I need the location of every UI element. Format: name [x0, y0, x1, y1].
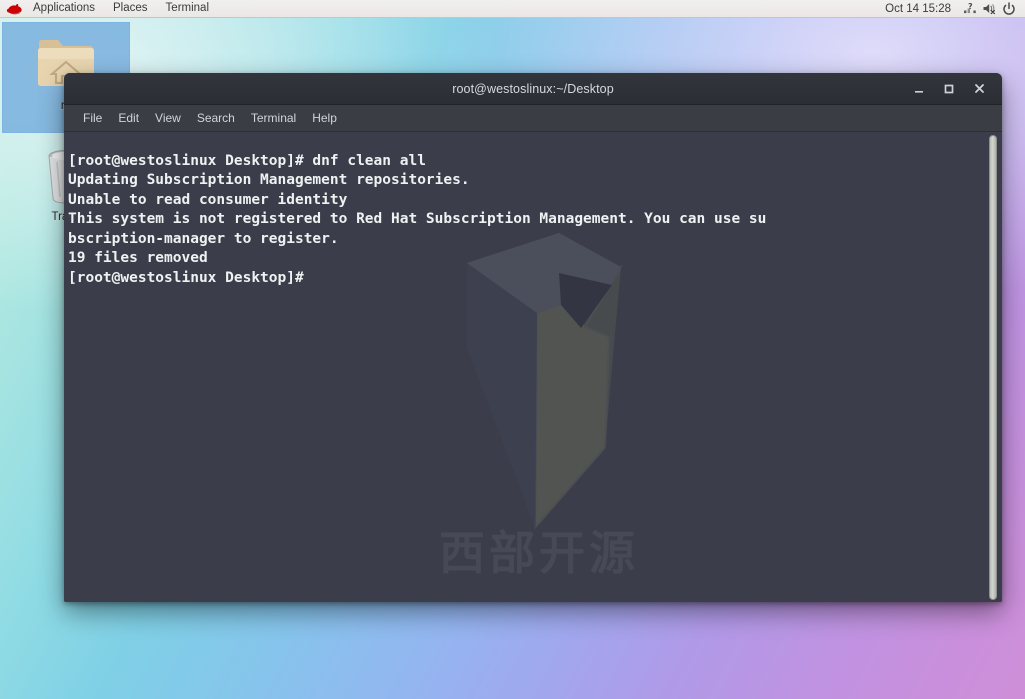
desktop-screen: ro Trash root@westoslinux:~/Desktop	[0, 0, 1025, 699]
top-panel: Applications Places Terminal Oct 14 15:2…	[0, 0, 1025, 18]
terminal-text-content: [root@westoslinux Desktop]# dnf clean al…	[68, 152, 767, 287]
close-button[interactable]	[964, 73, 994, 104]
menu-item-help[interactable]: Help	[304, 112, 345, 124]
window-controls	[904, 73, 994, 104]
panel-clock[interactable]: Oct 14 15:28	[881, 3, 961, 15]
network-unknown-icon[interactable]: ?	[961, 0, 980, 18]
panel-menu-places[interactable]: Places	[104, 0, 157, 17]
panel-right-group: Oct 14 15:28 ?	[881, 0, 1025, 17]
window-title: root@westoslinux:~/Desktop	[452, 81, 614, 96]
menu-item-search[interactable]: Search	[189, 112, 243, 124]
terminal-window[interactable]: root@westoslinux:~/Desktop File Edit Vie…	[64, 73, 1002, 602]
menu-item-terminal[interactable]: Terminal	[243, 112, 304, 124]
redhat-logo-icon	[0, 0, 24, 18]
panel-menu-terminal[interactable]: Terminal	[157, 0, 218, 17]
menu-item-view[interactable]: View	[147, 112, 189, 124]
volume-muted-icon[interactable]	[980, 0, 999, 18]
menu-item-edit[interactable]: Edit	[110, 112, 147, 124]
svg-text:?: ?	[968, 2, 973, 11]
panel-left-group: Applications Places Terminal	[0, 0, 218, 17]
power-icon[interactable]	[999, 0, 1018, 18]
terminal-scrollbar-track[interactable]	[986, 132, 1000, 602]
terminal-output-area[interactable]: 西部开源 [root@westoslinux Desktop]# dnf cle…	[64, 132, 1002, 602]
watermark-text: 西部开源	[439, 526, 639, 580]
terminal-scrollbar-thumb[interactable]	[989, 135, 997, 600]
maximize-button[interactable]	[934, 73, 964, 104]
terminal-menubar: File Edit View Search Terminal Help	[64, 105, 1002, 132]
minimize-button[interactable]	[904, 73, 934, 104]
panel-menu-applications[interactable]: Applications	[24, 0, 104, 17]
terminal-titlebar[interactable]: root@westoslinux:~/Desktop	[64, 73, 1002, 105]
menu-item-file[interactable]: File	[75, 112, 110, 124]
